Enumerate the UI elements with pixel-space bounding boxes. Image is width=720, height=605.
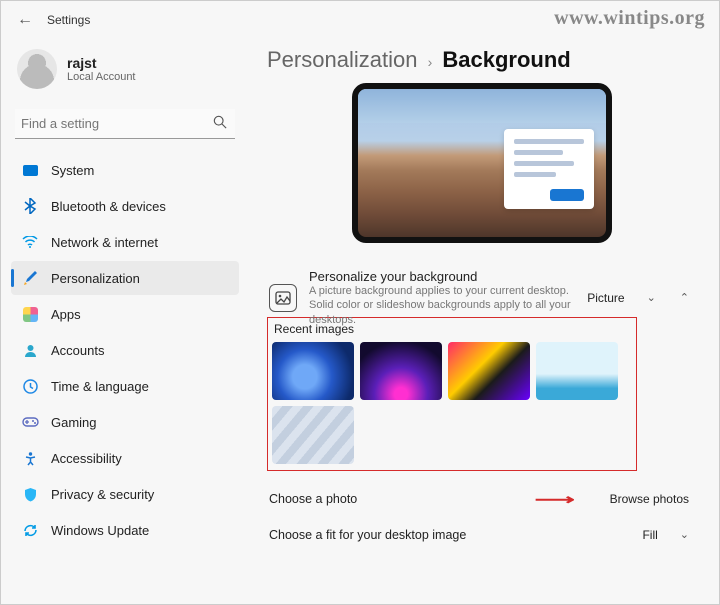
search-icon [213,115,227,129]
desktop-preview [352,83,612,243]
sidebar: rajst Local Account System Bluetooth & d… [1,33,249,602]
choose-fit-label: Choose a fit for your desktop image [269,528,626,542]
clock-icon [21,377,39,395]
person-icon [21,341,39,359]
main-content: Personalization › Background Personalize… [249,33,719,602]
highlight-box: Recent images [267,317,637,471]
fit-select[interactable]: Fill [636,524,663,546]
sidebar-item-update[interactable]: Windows Update [11,513,239,547]
preview-overlay-menu [504,129,594,209]
picture-icon [269,284,297,312]
sidebar-item-apps[interactable]: Apps [11,297,239,331]
sidebar-item-personalization[interactable]: Personalization [11,261,239,295]
recent-image-thumb[interactable] [448,342,530,400]
sidebar-item-privacy[interactable]: Privacy & security [11,477,239,511]
browse-photos-button[interactable]: Browse photos [604,488,695,510]
user-account-type: Local Account [67,71,136,83]
wifi-icon [21,233,39,251]
back-button[interactable]: ← [17,11,33,29]
sidebar-item-gaming[interactable]: Gaming [11,405,239,439]
sidebar-item-accounts[interactable]: Accounts [11,333,239,367]
chevron-right-icon: › [428,54,433,70]
sidebar-item-label: Personalization [51,271,140,286]
sidebar-item-accessibility[interactable]: Accessibility [11,441,239,475]
sidebar-item-label: Apps [51,307,81,322]
sidebar-item-network[interactable]: Network & internet [11,225,239,259]
breadcrumb-parent[interactable]: Personalization [267,47,417,72]
sidebar-item-label: Time & language [51,379,149,394]
sidebar-item-label: Gaming [51,415,97,430]
watermark-text: www.wintips.org [554,7,705,30]
sidebar-item-label: Network & internet [51,235,158,250]
recent-image-thumb[interactable] [272,406,354,464]
breadcrumb-current: Background [442,47,570,72]
breadcrumb: Personalization › Background [267,47,697,73]
chevron-down-icon[interactable]: ⌄ [641,291,662,304]
user-name: rajst [67,55,136,71]
gamepad-icon [21,413,39,431]
recent-image-thumb[interactable] [360,342,442,400]
sidebar-item-bluetooth[interactable]: Bluetooth & devices [11,189,239,223]
sidebar-item-label: Privacy & security [51,487,154,502]
annotation-arrow: ⟶ [534,490,571,508]
sidebar-item-time[interactable]: Time & language [11,369,239,403]
paintbrush-icon [21,269,39,287]
sidebar-item-label: Accounts [51,343,104,358]
sidebar-item-label: System [51,163,94,178]
sidebar-item-label: Windows Update [51,523,149,538]
display-icon [21,161,39,179]
bluetooth-icon [21,197,39,215]
shield-icon [21,485,39,503]
recent-image-thumb[interactable] [536,342,618,400]
chevron-up-icon[interactable]: ⌃ [674,291,695,304]
update-icon [21,521,39,539]
card-title: Personalize your background [309,269,571,284]
background-type-select[interactable]: Picture [583,289,628,307]
sidebar-item-label: Accessibility [51,451,122,466]
recent-image-thumb[interactable] [272,342,354,400]
sidebar-item-label: Bluetooth & devices [51,199,166,214]
card-subtitle: A picture background applies to your cur… [309,284,571,327]
search-input[interactable] [15,109,235,139]
avatar [17,49,57,89]
chevron-down-icon[interactable]: ⌄ [674,528,695,541]
app-title: Settings [47,13,90,27]
user-block[interactable]: rajst Local Account [11,41,239,103]
choose-photo-label: Choose a photo [269,492,524,506]
sidebar-item-system[interactable]: System [11,153,239,187]
accessibility-icon [21,449,39,467]
apps-icon [21,305,39,323]
